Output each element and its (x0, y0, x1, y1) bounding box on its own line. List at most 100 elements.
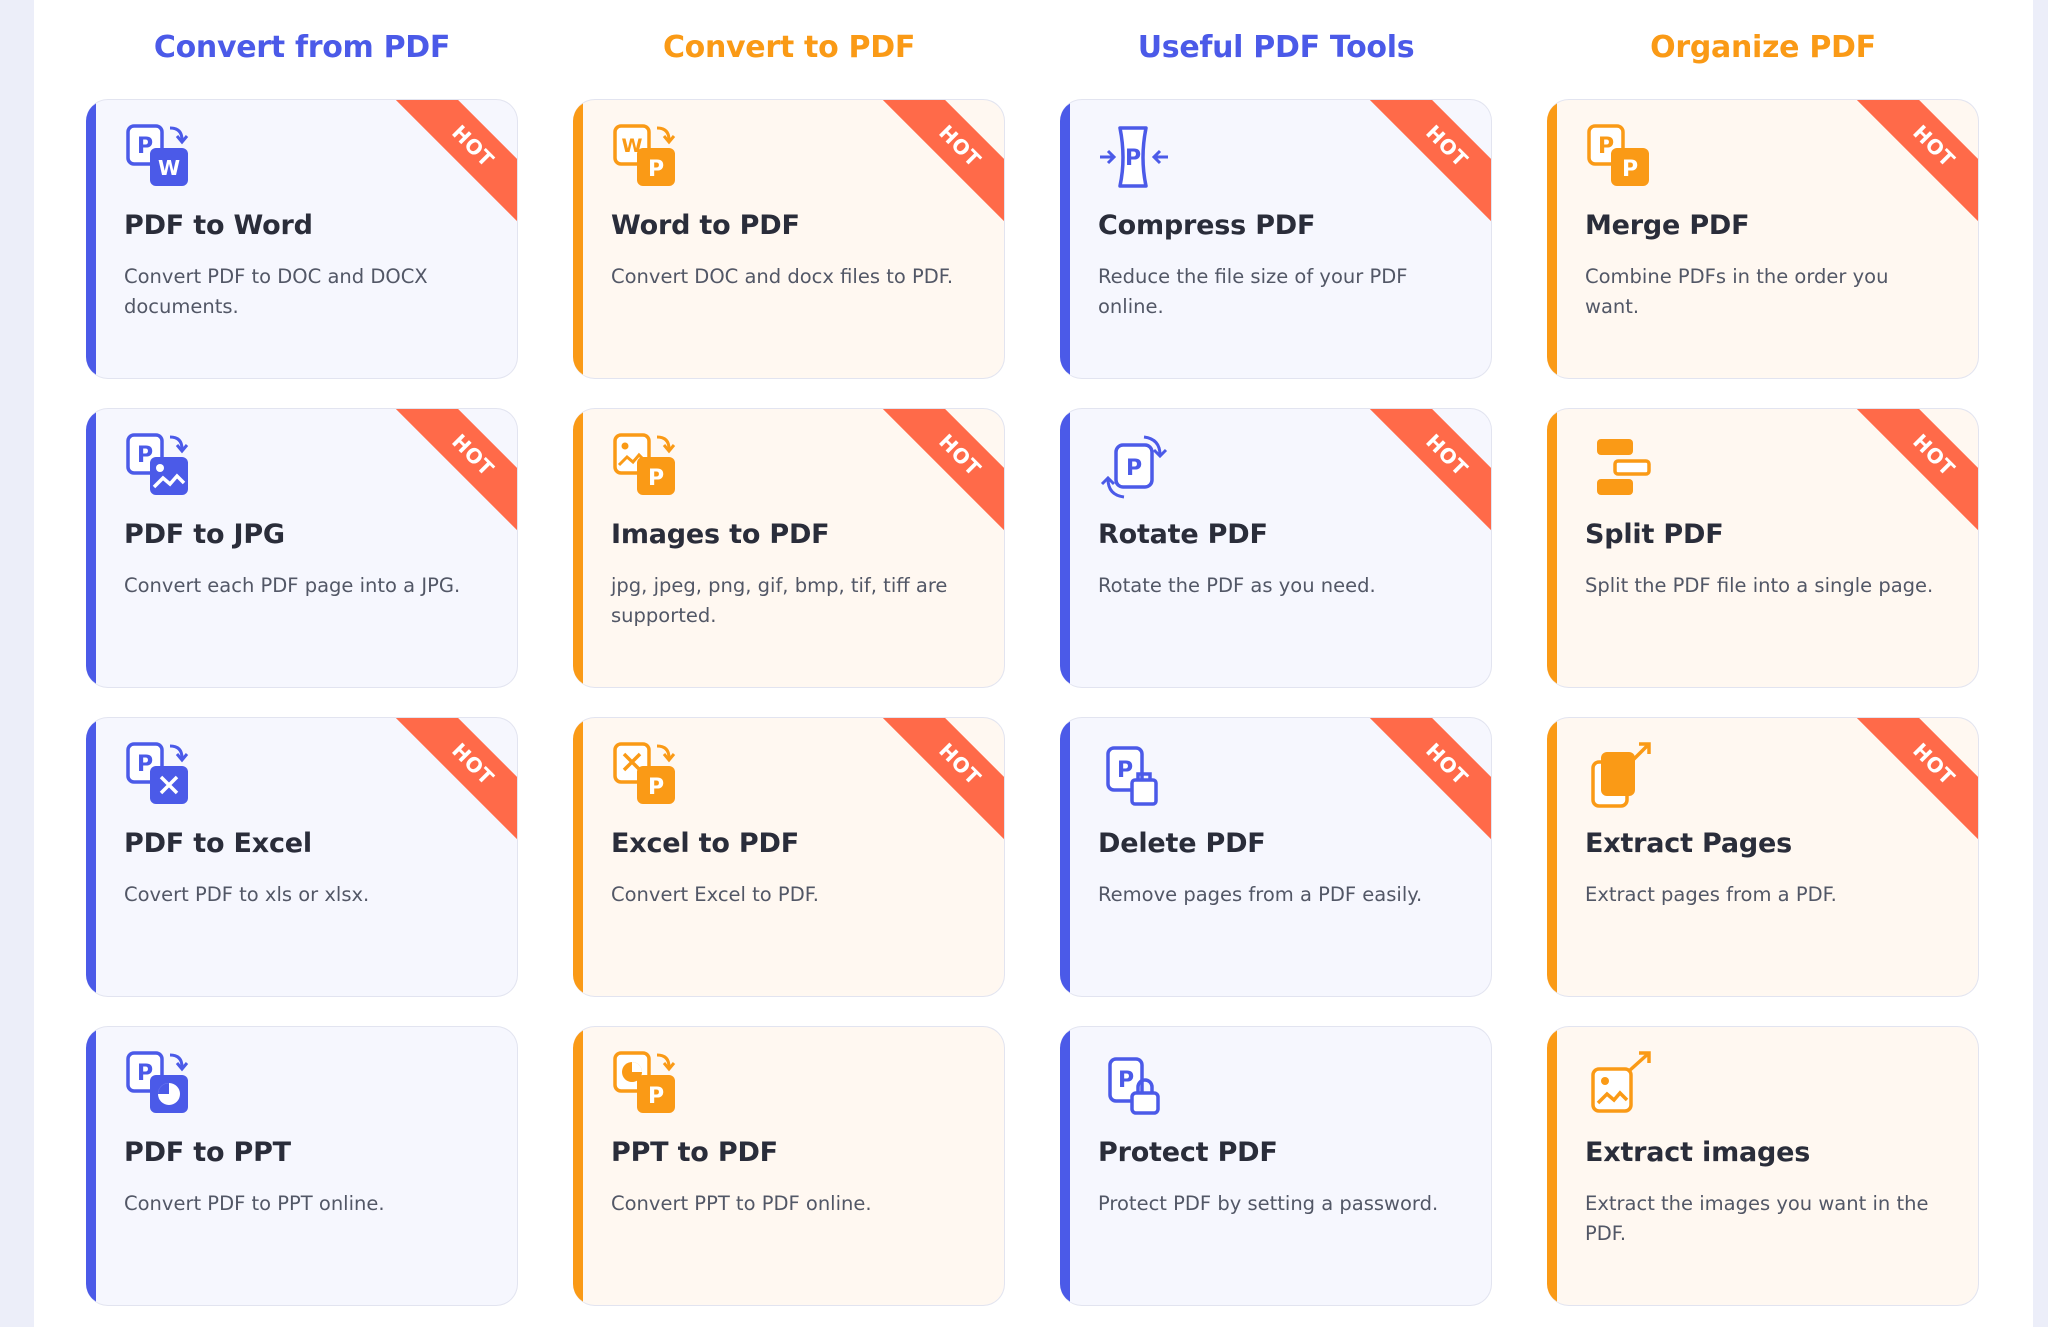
card-accent-bar (1547, 1027, 1557, 1305)
tool-title: Merge PDF (1585, 210, 1750, 241)
protect-pdf-icon: P (1108, 1057, 1160, 1115)
card-accent-bar (1060, 409, 1070, 687)
tool-title: Compress PDF (1098, 210, 1316, 241)
tool-title: Split PDF (1585, 519, 1724, 550)
delete-pdf-icon: P (1106, 746, 1158, 806)
tool-description: Extract pages from a PDF. (1585, 883, 1837, 906)
hot-badge: HOT (392, 718, 517, 845)
card-accent-bar (573, 1027, 583, 1305)
tool-description: Covert PDF to xls or xlsx. (124, 883, 370, 906)
extract-images-icon (1591, 1051, 1651, 1113)
pdf-to-excel-icon: P (126, 742, 189, 804)
hot-badge: HOT (392, 409, 517, 536)
card-accent-bar (86, 409, 96, 687)
tool-title: PDF to JPG (124, 519, 285, 550)
tool-description: Convert Excel to PDF. (611, 883, 819, 906)
card-accent-bar (1547, 718, 1557, 996)
tool-title: Delete PDF (1098, 828, 1266, 859)
svg-text:P: P (648, 466, 664, 491)
tool-title: Rotate PDF (1098, 519, 1268, 550)
tool-card-split-pdf[interactable]: Split PDF Split the PDF file into a sing… (1547, 408, 1979, 688)
hot-badge: HOT (1853, 100, 1978, 227)
tool-card-merge-pdf[interactable]: P P Merge PDF Combine PDFs in the order … (1547, 99, 1979, 379)
hot-badge: HOT (1366, 100, 1491, 227)
card-accent-bar (86, 718, 96, 996)
tool-card-excel-to-pdf[interactable]: P Excel to PDF Convert Excel to PDF. HOT (573, 717, 1005, 997)
tool-card-protect-pdf[interactable]: P Protect PDF Protect PDF by setting a p… (1060, 1026, 1492, 1306)
compress-pdf-icon: P (1100, 126, 1168, 188)
tool-card-rotate-pdf[interactable]: P Rotate PDF Rotate the PDF as you need.… (1060, 408, 1492, 688)
tools-panel: Convert from PDF Convert to PDF Useful P… (34, 0, 2033, 1327)
svg-text:P: P (1126, 456, 1142, 481)
tool-title: Excel to PDF (611, 828, 799, 859)
tool-description: Convert DOC and docx files to PDF. (611, 265, 954, 288)
split-pdf-icon (1597, 439, 1651, 495)
hot-badge: HOT (1366, 718, 1491, 845)
hot-badge: HOT (1853, 409, 1978, 536)
svg-text:W: W (158, 156, 180, 180)
images-to-pdf-icon: P (613, 433, 676, 495)
tool-description: Split the PDF file into a single page. (1585, 574, 1934, 597)
tool-description: Rotate the PDF as you need. (1098, 574, 1376, 597)
rotate-pdf-icon: P (1100, 435, 1168, 499)
hot-badge: HOT (1366, 409, 1491, 536)
card-accent-bar (573, 100, 583, 378)
tool-description: Convert each PDF page into a JPG. (124, 574, 461, 597)
card-accent-bar (573, 718, 583, 996)
tool-card-pdf-to-word[interactable]: P W PDF to Word Convert PDF to DOC and D… (86, 99, 518, 379)
extract-pages-icon (1591, 742, 1651, 808)
card-accent-bar (573, 409, 583, 687)
hot-badge: HOT (392, 100, 517, 227)
tool-description: Combine PDFs in the order you want. (1585, 265, 1889, 318)
tool-description: Convert PPT to PDF online. (611, 1192, 872, 1215)
merge-pdf-icon: P P (1587, 124, 1649, 186)
ppt-to-pdf-icon: P (613, 1051, 676, 1113)
tool-title: PDF to PPT (124, 1137, 291, 1168)
tool-description: Protect PDF by setting a password. (1098, 1192, 1439, 1215)
tool-card-extract-pages[interactable]: Extract Pages Extract pages from a PDF. … (1547, 717, 1979, 997)
tool-card-images-to-pdf[interactable]: P Images to PDF jpg, jpeg, png, gif, bmp… (573, 408, 1005, 688)
tool-card-delete-pdf[interactable]: P Delete PDF Remove pages from a PDF eas… (1060, 717, 1492, 997)
excel-to-pdf-icon: P (613, 742, 676, 804)
hot-badge: HOT (879, 718, 1004, 845)
tool-title: PDF to Word (124, 210, 313, 241)
svg-text:P: P (648, 1084, 664, 1109)
svg-text:P: P (648, 157, 664, 182)
word-to-pdf-icon: W P (613, 124, 676, 186)
card-accent-bar (86, 1027, 96, 1305)
tool-card-word-to-pdf[interactable]: W P Word to PDF Convert DOC and docx fil… (573, 99, 1005, 379)
tool-title: PPT to PDF (611, 1137, 778, 1168)
tool-card-pdf-to-jpg[interactable]: P PDF to JPG Convert each PDF page into … (86, 408, 518, 688)
column-heading-convert-to-pdf: Convert to PDF (662, 30, 916, 65)
card-accent-bar (86, 100, 96, 378)
tool-description: Convert PDF to PPT online. (124, 1192, 385, 1215)
tool-title: Protect PDF (1098, 1137, 1278, 1168)
column-heading-useful-pdf-tools: Useful PDF Tools (1137, 30, 1415, 65)
svg-text:P: P (1622, 157, 1638, 182)
svg-text:P: P (1117, 758, 1133, 783)
tool-description: Extract the images you want in the PDF. (1585, 1192, 1929, 1245)
tool-description: jpg, jpeg, png, gif, bmp, tif, tiff are … (611, 574, 948, 627)
card-accent-bar (1060, 1027, 1070, 1305)
tool-description: Reduce the file size of your PDF online. (1098, 265, 1408, 318)
pdf-to-jpg-icon: P (126, 433, 189, 495)
hot-badge: HOT (879, 409, 1004, 536)
column-heading-convert-from-pdf: Convert from PDF (153, 30, 451, 65)
tool-card-extract-images[interactable]: Extract images Extract the images you wa… (1547, 1026, 1979, 1306)
svg-text:P: P (1125, 146, 1141, 171)
hot-badge: HOT (1853, 718, 1978, 845)
tool-card-pdf-to-ppt[interactable]: P PDF to PPT Convert PDF to PPT online. (86, 1026, 518, 1306)
card-accent-bar (1547, 100, 1557, 378)
svg-text:P: P (1118, 1068, 1134, 1093)
card-accent-bar (1547, 409, 1557, 687)
card-accent-bar (1060, 100, 1070, 378)
tool-card-compress-pdf[interactable]: P Compress PDF Reduce the file size of y… (1060, 99, 1492, 379)
tool-card-ppt-to-pdf[interactable]: P PPT to PDF Convert PPT to PDF online. (573, 1026, 1005, 1306)
pdf-to-ppt-icon: P (126, 1051, 189, 1113)
tool-title: Extract images (1585, 1137, 1811, 1168)
tool-title: PDF to Excel (124, 828, 312, 859)
tool-title: Images to PDF (611, 519, 830, 550)
tool-description: Remove pages from a PDF easily. (1098, 883, 1423, 906)
tool-card-pdf-to-excel[interactable]: P PDF to Excel Covert PDF to xls or xlsx… (86, 717, 518, 997)
tool-title: Word to PDF (611, 210, 800, 241)
